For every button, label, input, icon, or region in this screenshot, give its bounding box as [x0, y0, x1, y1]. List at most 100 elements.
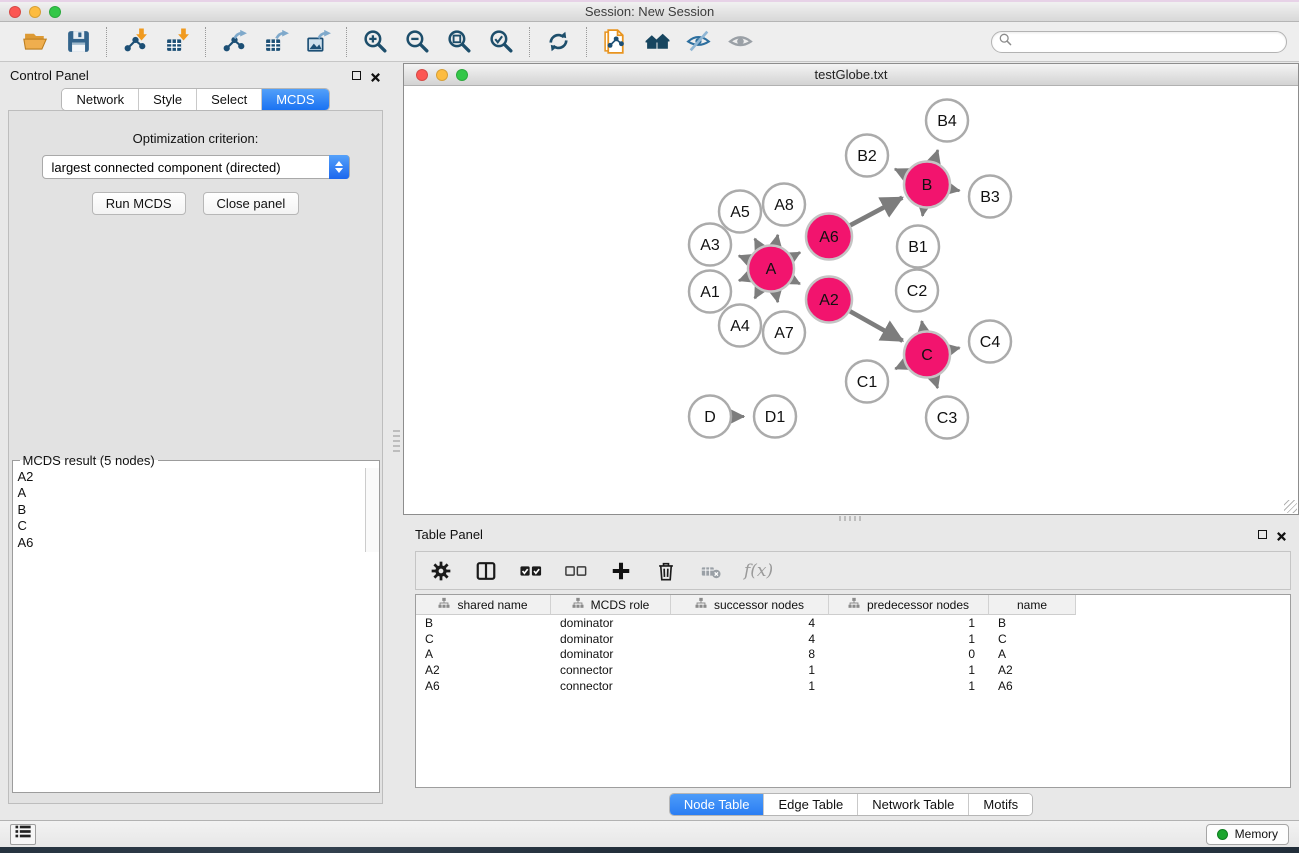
graph-node-A3[interactable]: A3	[689, 224, 731, 266]
mcds-result-item[interactable]: B	[18, 502, 360, 518]
mcds-result-item[interactable]: A6	[18, 535, 360, 551]
criterion-dropdown[interactable]: largest connected component (directed)	[42, 155, 350, 179]
table-tab-edge-table[interactable]: Edge Table	[764, 794, 858, 815]
import-network-button[interactable]	[121, 28, 149, 56]
float-panel-icon[interactable]	[352, 71, 361, 80]
graph-node-A[interactable]: A	[748, 246, 794, 292]
houses-button[interactable]	[643, 28, 671, 56]
zoom-in-button[interactable]	[361, 28, 389, 56]
vertical-splitter[interactable]	[391, 62, 403, 820]
export-network-button[interactable]	[220, 28, 248, 56]
import-table-button[interactable]	[163, 28, 191, 56]
maximize-traffic-light[interactable]	[49, 6, 61, 18]
control-panel-tabs: NetworkStyleSelectMCDS	[0, 88, 391, 111]
column-header-predecessor-nodes[interactable]: predecessor nodes	[829, 595, 989, 615]
eye-button[interactable]	[727, 28, 755, 56]
graph-node-B1[interactable]: B1	[897, 226, 939, 268]
export-table-button[interactable]	[262, 28, 290, 56]
mcds-result-item[interactable]: A2	[18, 469, 360, 485]
mcds-result-item[interactable]: C	[18, 518, 360, 534]
table-row[interactable]: Adominator80A	[416, 647, 1290, 663]
graph-node-B2[interactable]: B2	[846, 135, 888, 177]
show-panels-button[interactable]	[10, 824, 36, 845]
function-builder-button[interactable]: f(x)	[744, 561, 773, 581]
graph-node-D[interactable]: D	[689, 396, 731, 438]
graph-node-A6[interactable]: A6	[806, 214, 852, 260]
network-close-traffic-light[interactable]	[416, 69, 428, 81]
table-tab-motifs[interactable]: Motifs	[969, 794, 1032, 815]
graph-node-B3[interactable]: B3	[969, 176, 1011, 218]
table-row[interactable]: A6connector11A6	[416, 678, 1290, 694]
network-maximize-traffic-light[interactable]	[456, 69, 468, 81]
table-toolbar: f(x)	[415, 551, 1291, 590]
table-cell: dominator	[551, 632, 671, 646]
column-header-name[interactable]: name	[989, 595, 1076, 615]
graph-node-C[interactable]: C	[904, 332, 950, 378]
column-header-label: predecessor nodes	[867, 598, 969, 612]
tab-style[interactable]: Style	[139, 89, 197, 110]
zoom-selected-button[interactable]	[487, 28, 515, 56]
network-minimize-traffic-light[interactable]	[436, 69, 448, 81]
graph-node-C3[interactable]: C3	[926, 397, 968, 439]
zoom-fit-button[interactable]	[445, 28, 473, 56]
network-document-button[interactable]	[601, 28, 629, 56]
minimize-traffic-light[interactable]	[29, 6, 41, 18]
graph-node-D1[interactable]: D1	[754, 396, 796, 438]
graph-node-A1[interactable]: A1	[689, 271, 731, 313]
graph-node-A8[interactable]: A8	[763, 184, 805, 226]
column-header-MCDS-role[interactable]: MCDS role	[551, 595, 671, 615]
refresh-button[interactable]	[544, 28, 572, 56]
graph-node-C2[interactable]: C2	[896, 270, 938, 312]
graph-node-C4[interactable]: C4	[969, 321, 1011, 363]
columns-button[interactable]	[474, 559, 498, 583]
table-tab-network-table[interactable]: Network Table	[858, 794, 969, 815]
close-panel-icon[interactable]	[370, 70, 381, 81]
graph-node-B[interactable]: B	[904, 162, 950, 208]
graph-node-A7[interactable]: A7	[763, 312, 805, 354]
mcds-list-scrollbar[interactable]	[365, 468, 379, 552]
memory-button[interactable]: Memory	[1206, 824, 1289, 845]
trash-button[interactable]	[654, 559, 678, 583]
column-header-shared-name[interactable]: shared name	[416, 595, 551, 615]
graph-node-C1[interactable]: C1	[846, 361, 888, 403]
export-image-button[interactable]	[304, 28, 332, 56]
save-button[interactable]	[64, 28, 92, 56]
close-traffic-light[interactable]	[9, 6, 21, 18]
column-header-successor-nodes[interactable]: successor nodes	[671, 595, 829, 615]
search-box[interactable]	[991, 31, 1287, 53]
network-canvas[interactable]: A A1 A2 A3 A4 A5 A6 A7 A8 B B1 B2 B3B4 C C1 C2 C3C4 D D1	[404, 86, 1298, 514]
graph-node-B4[interactable]: B4	[926, 100, 968, 142]
table-row[interactable]: Cdominator41C	[416, 631, 1290, 647]
svg-text:C: C	[921, 347, 933, 364]
table-row[interactable]: A2connector11A2	[416, 662, 1290, 678]
graph-node-A4[interactable]: A4	[719, 305, 761, 347]
close-panel-button[interactable]: Close panel	[203, 192, 300, 215]
table-close-panel-icon[interactable]	[1276, 529, 1287, 540]
grid-delete-button[interactable]	[699, 559, 723, 583]
resize-grip[interactable]	[1284, 500, 1297, 513]
open-folder-button[interactable]	[22, 28, 50, 56]
plus-button[interactable]	[609, 559, 633, 583]
graph-edge-A2-C[interactable]	[847, 310, 902, 341]
unchecked-boxes-button[interactable]	[564, 559, 588, 583]
table-cell: 1	[829, 663, 989, 677]
tab-select[interactable]: Select	[197, 89, 262, 110]
network-view-titlebar[interactable]: testGlobe.txt	[404, 64, 1298, 86]
graph-edge-A6-B[interactable]	[848, 198, 903, 227]
zoom-out-button[interactable]	[403, 28, 431, 56]
run-mcds-button[interactable]: Run MCDS	[92, 192, 186, 215]
table-tab-node-table[interactable]: Node Table	[670, 794, 765, 815]
mcds-result-item[interactable]: A	[18, 485, 360, 501]
gear-button[interactable]	[429, 559, 453, 583]
graph-node-A2[interactable]: A2	[806, 277, 852, 323]
table-float-panel-icon[interactable]	[1258, 530, 1267, 539]
graph-node-A5[interactable]: A5	[719, 191, 761, 233]
table-row[interactable]: Bdominator41B	[416, 615, 1290, 631]
toolbar-group	[206, 28, 346, 56]
horizontal-splitter[interactable]	[403, 515, 1299, 522]
tab-mcds[interactable]: MCDS	[262, 89, 328, 110]
eye-slash-button[interactable]	[685, 28, 713, 56]
tab-network[interactable]: Network	[62, 89, 139, 110]
checked-boxes-button[interactable]	[519, 559, 543, 583]
search-input[interactable]	[1017, 35, 1279, 49]
